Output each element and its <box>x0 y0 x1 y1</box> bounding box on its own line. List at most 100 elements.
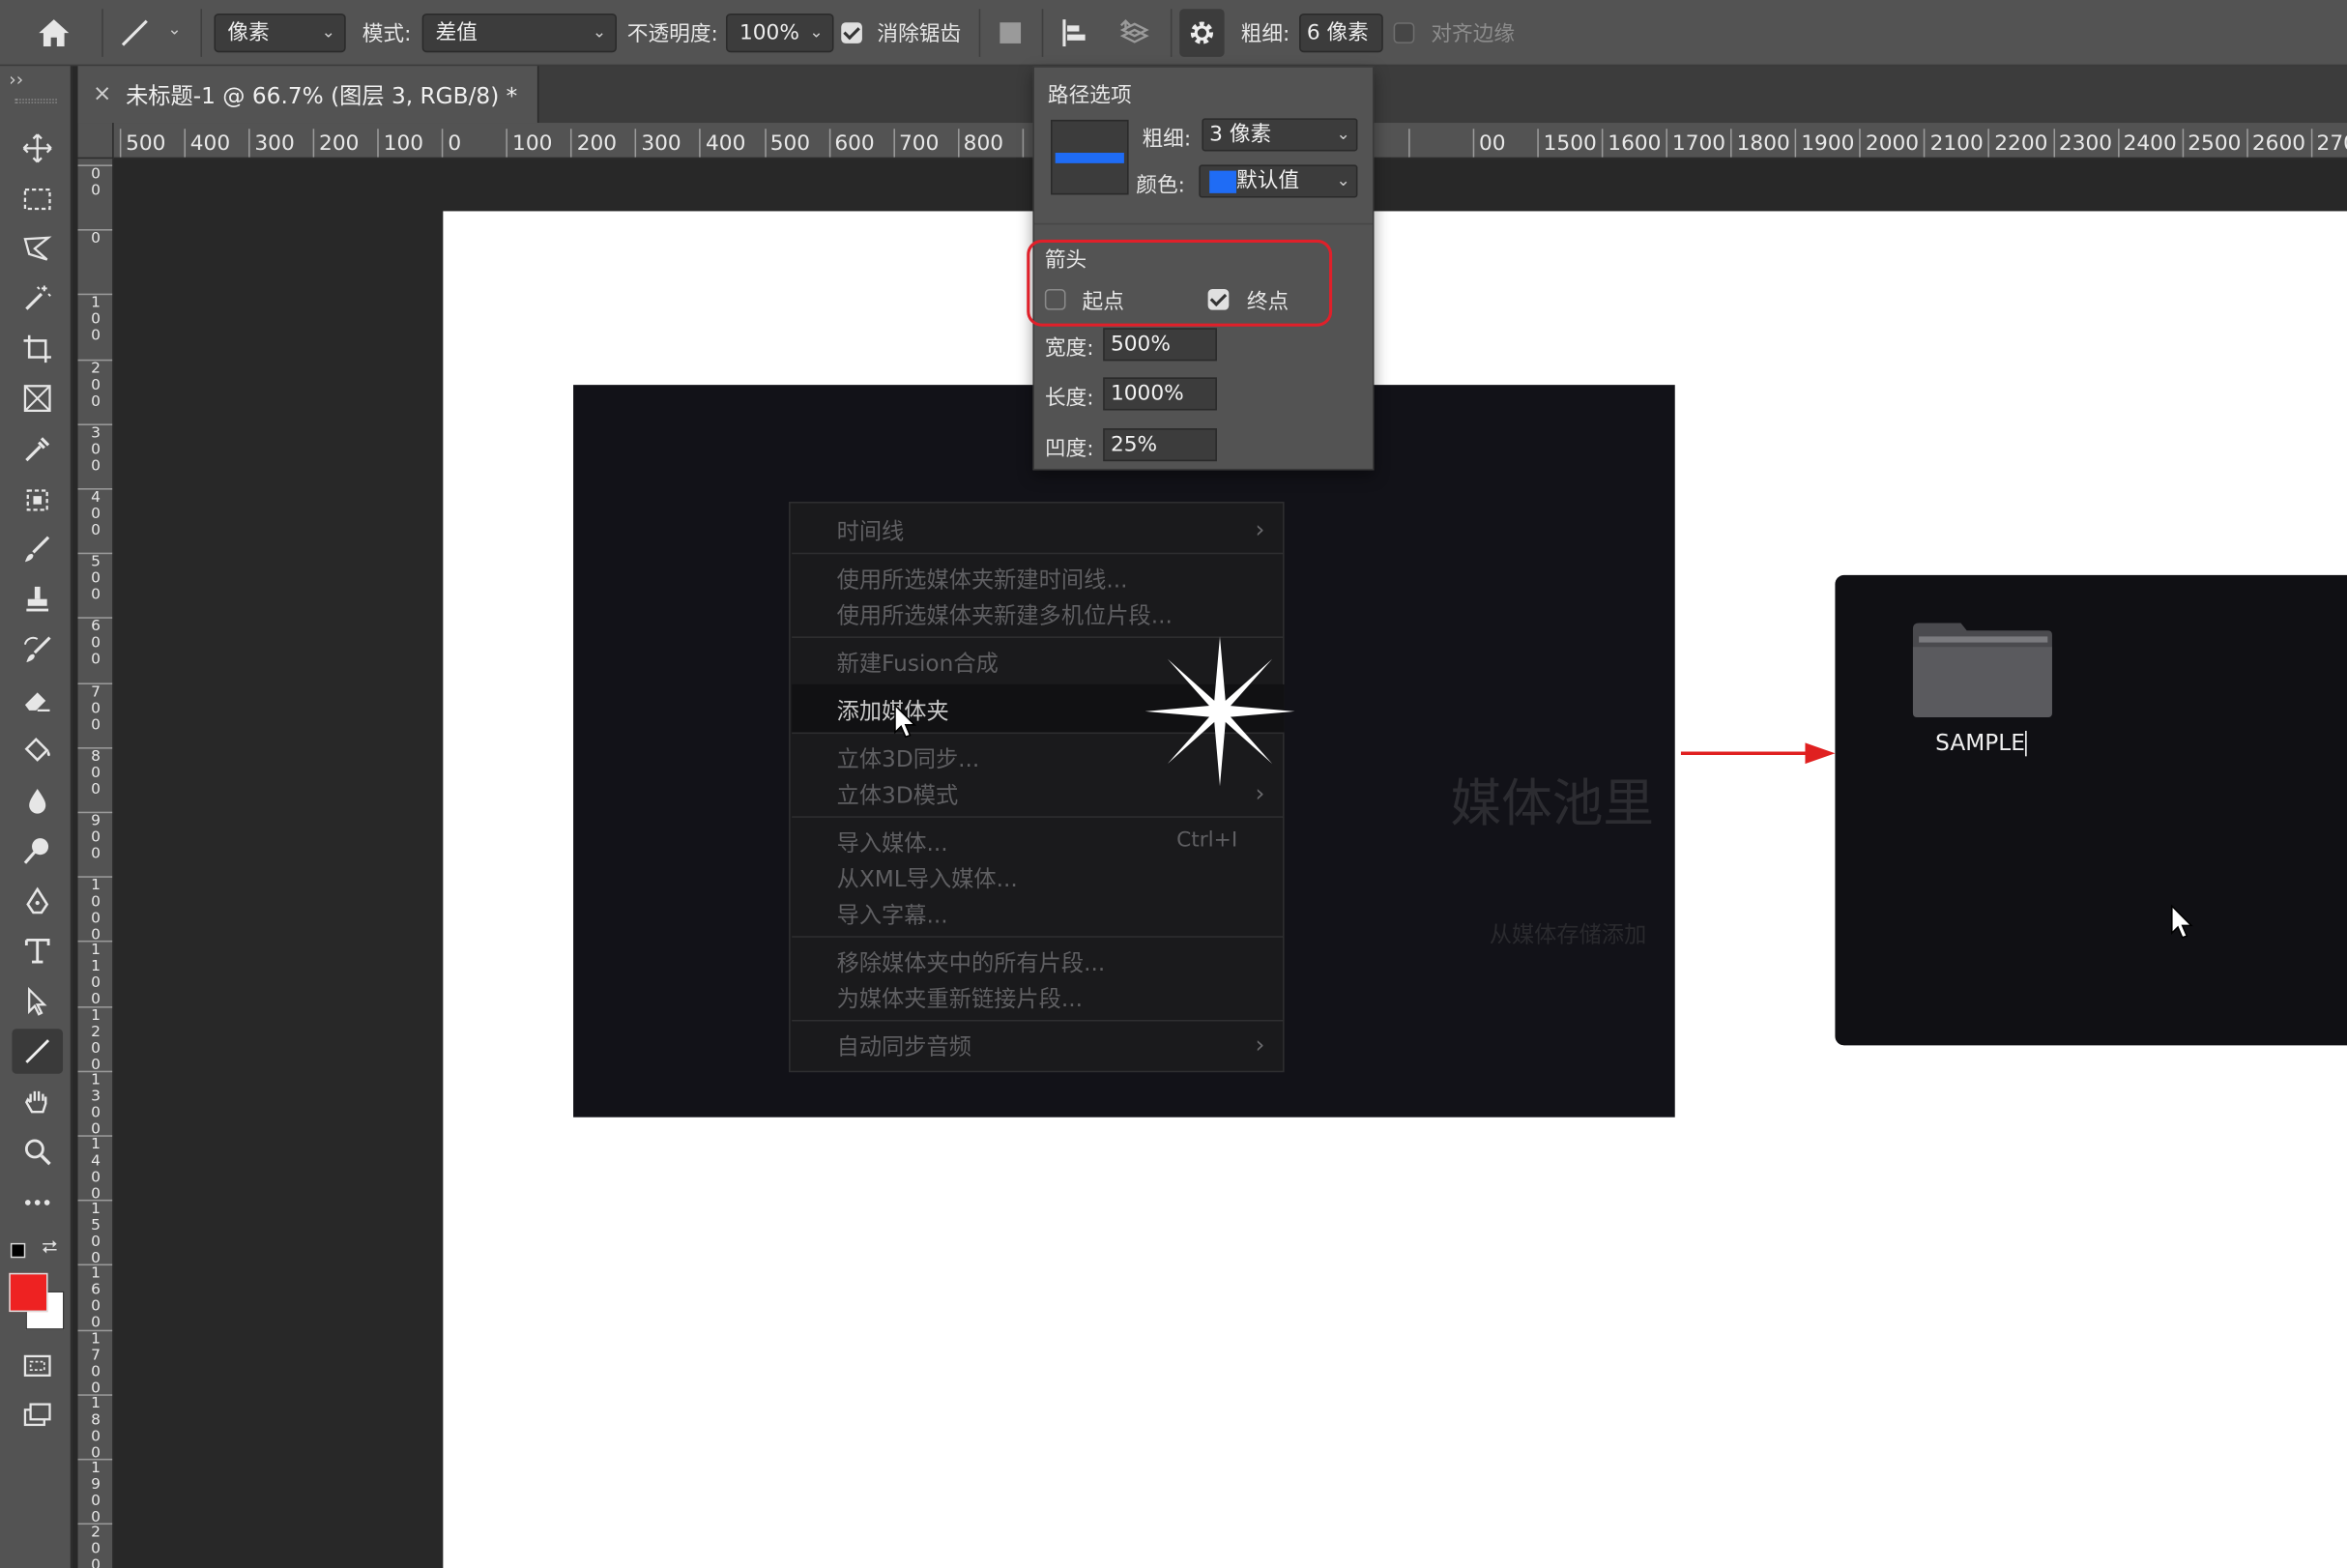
embedded-screenshot-folder: SAMPLE <box>1835 574 2347 1046</box>
path-selection-tool[interactable] <box>12 979 63 1024</box>
pen-tool[interactable] <box>12 879 63 923</box>
path-weight-label: 粗细: <box>1142 127 1192 152</box>
mouse-cursor-icon <box>894 704 916 739</box>
arrow-width-label: 宽度: <box>1044 336 1094 362</box>
dodge-tool[interactable] <box>12 828 63 873</box>
ruler-tick-label: 900 <box>77 811 113 863</box>
opacity-label: 不透明度: <box>626 22 718 47</box>
paint-bucket-tool[interactable] <box>12 728 63 772</box>
hand-tool[interactable] <box>12 1080 63 1124</box>
menu-item[interactable]: 使用所选媒体夹新建时间线... <box>837 563 1128 595</box>
options-bar: ⌄ 像素 ⌄ 模式: 差值 ⌄ 不透明度: 100% ⌄ 消除锯齿 粗细: 6 像素 … <box>0 0 2347 67</box>
collapse-panel-icon[interactable]: ›› <box>9 69 23 90</box>
chevron-down-icon: ⌄ <box>321 22 335 43</box>
mode-select[interactable]: 差值 ⌄ <box>421 13 617 53</box>
home-icon <box>39 19 70 47</box>
menu-item[interactable]: 导入媒体... <box>837 827 948 858</box>
foreground-color-swatch[interactable] <box>9 1272 48 1313</box>
default-colors-icon[interactable] <box>10 1242 26 1259</box>
ruler-tick-label: 100 <box>377 129 423 158</box>
frame-tool[interactable] <box>12 376 63 421</box>
type-tool[interactable] <box>12 928 63 973</box>
ruler-origin[interactable] <box>77 123 114 160</box>
ruler-tick-label: 2100 <box>1924 129 1984 158</box>
path-alignment-button[interactable] <box>1057 15 1095 50</box>
move-tool[interactable] <box>12 126 63 170</box>
folder-icon <box>1912 623 2052 718</box>
arrow-concavity-field[interactable]: 25% <box>1103 428 1217 462</box>
path-weight-select[interactable]: 3 像素 ⌄ <box>1202 118 1358 152</box>
fill-type-select[interactable]: 像素 ⌄ <box>214 13 346 53</box>
eyedropper-icon <box>25 437 50 462</box>
menu-item[interactable]: 导入字幕... <box>837 899 948 931</box>
ruler-tick-label: 500 <box>77 552 113 604</box>
rectangular-marquee-icon <box>23 188 51 211</box>
menu-item[interactable]: 新建Fusion合成 <box>837 647 999 679</box>
ruler-tick-label: 200 <box>570 129 617 158</box>
menu-item[interactable]: 立体3D模式 <box>837 779 959 811</box>
weight-value: 6 像素 <box>1306 20 1369 45</box>
path-options-gear-button[interactable] <box>1179 9 1225 57</box>
arrow-width-field[interactable]: 500% <box>1103 328 1217 362</box>
panel-grip[interactable] <box>14 99 57 103</box>
ruler-tick-label: 2000 <box>1859 129 1919 158</box>
opacity-field[interactable]: 100% ⌄ <box>726 13 834 53</box>
ruler-tick-label: 1700 <box>1666 129 1725 158</box>
marquee-tool[interactable] <box>12 177 63 221</box>
eyedropper-tool[interactable] <box>12 427 63 472</box>
zoom-tool[interactable] <box>12 1129 63 1174</box>
home-button[interactable] <box>30 14 78 52</box>
history-brush-icon <box>23 636 51 663</box>
folder-name-text: SAMPLE <box>1935 729 2025 757</box>
magic-wand-tool[interactable] <box>12 276 63 320</box>
annotation-arrow[interactable] <box>1676 737 1840 769</box>
screen-mode-button[interactable] <box>12 1393 63 1437</box>
screen-mode-icon <box>23 1403 51 1427</box>
ruler-tick-label: 0 <box>442 129 461 158</box>
line-tool[interactable] <box>12 1029 64 1074</box>
ruler-tick-label: 1200 <box>77 1005 113 1073</box>
align-icon <box>1062 19 1086 47</box>
clone-stamp-tool[interactable] <box>12 576 63 621</box>
menu-item[interactable]: 使用所选媒体夹新建多机位片段... <box>837 599 1173 631</box>
healing-brush-icon <box>26 489 48 511</box>
lasso-tool[interactable] <box>12 226 63 271</box>
align-edges-label: 对齐边缘 <box>1431 22 1516 47</box>
antialias-checkbox[interactable] <box>841 22 862 44</box>
history-brush-tool[interactable] <box>12 627 63 672</box>
arrow-length-field[interactable]: 1000% <box>1103 377 1217 411</box>
weight-field[interactable]: 6 像素 <box>1299 13 1383 53</box>
more-tools-button[interactable] <box>12 1180 63 1225</box>
stamp-icon <box>26 586 49 612</box>
folder-name[interactable]: SAMPLE <box>1935 729 2027 757</box>
path-arrangement-button[interactable] <box>1116 15 1158 50</box>
ruler-tick-label: 2300 <box>2052 129 2112 158</box>
tool-preset-picker[interactable]: ⌄ <box>114 14 192 52</box>
menu-item[interactable]: 移除媒体夹中的所有片段... <box>837 946 1106 978</box>
eraser-tool[interactable] <box>12 677 63 721</box>
mouse-cursor-icon <box>2171 904 2193 939</box>
blur-tool[interactable] <box>12 779 63 824</box>
brush-tool[interactable] <box>12 527 63 571</box>
menu-item[interactable]: 立体3D同步... <box>837 742 980 774</box>
swap-colors-icon[interactable]: ⮂ <box>42 1237 57 1260</box>
ruler-tick-label: 700 <box>77 682 113 733</box>
shape-fill-button[interactable] <box>1000 22 1022 44</box>
crop-tool[interactable] <box>12 327 63 371</box>
weight-label: 粗细: <box>1240 22 1290 47</box>
path-color-select[interactable]: 默认值 ⌄ <box>1199 164 1358 198</box>
document-tab[interactable]: × 未标题-1 @ 66.7% (图层 3, RGB/8) * <box>77 66 539 124</box>
close-icon[interactable]: × <box>93 79 111 106</box>
menu-item[interactable]: 自动同步音频 <box>837 1031 971 1062</box>
quick-mask-button[interactable] <box>12 1344 63 1388</box>
menu-item[interactable]: 时间线 <box>837 515 905 547</box>
chevron-down-icon: ⌄ <box>1336 170 1350 190</box>
path-options-title: 路径选项 <box>1047 83 1132 108</box>
align-edges-checkbox[interactable] <box>1393 22 1415 44</box>
menu-item[interactable]: 从XML导入媒体... <box>837 862 1018 894</box>
ruler-tick-label: 00 <box>1472 129 1506 158</box>
spot-healing-tool[interactable] <box>12 478 63 522</box>
ruler-tick-label: 1500 <box>1537 129 1597 158</box>
menu-item[interactable]: 为媒体夹重新链接片段... <box>837 982 1083 1014</box>
tools-panel: ›› ⮂ <box>0 66 72 1568</box>
